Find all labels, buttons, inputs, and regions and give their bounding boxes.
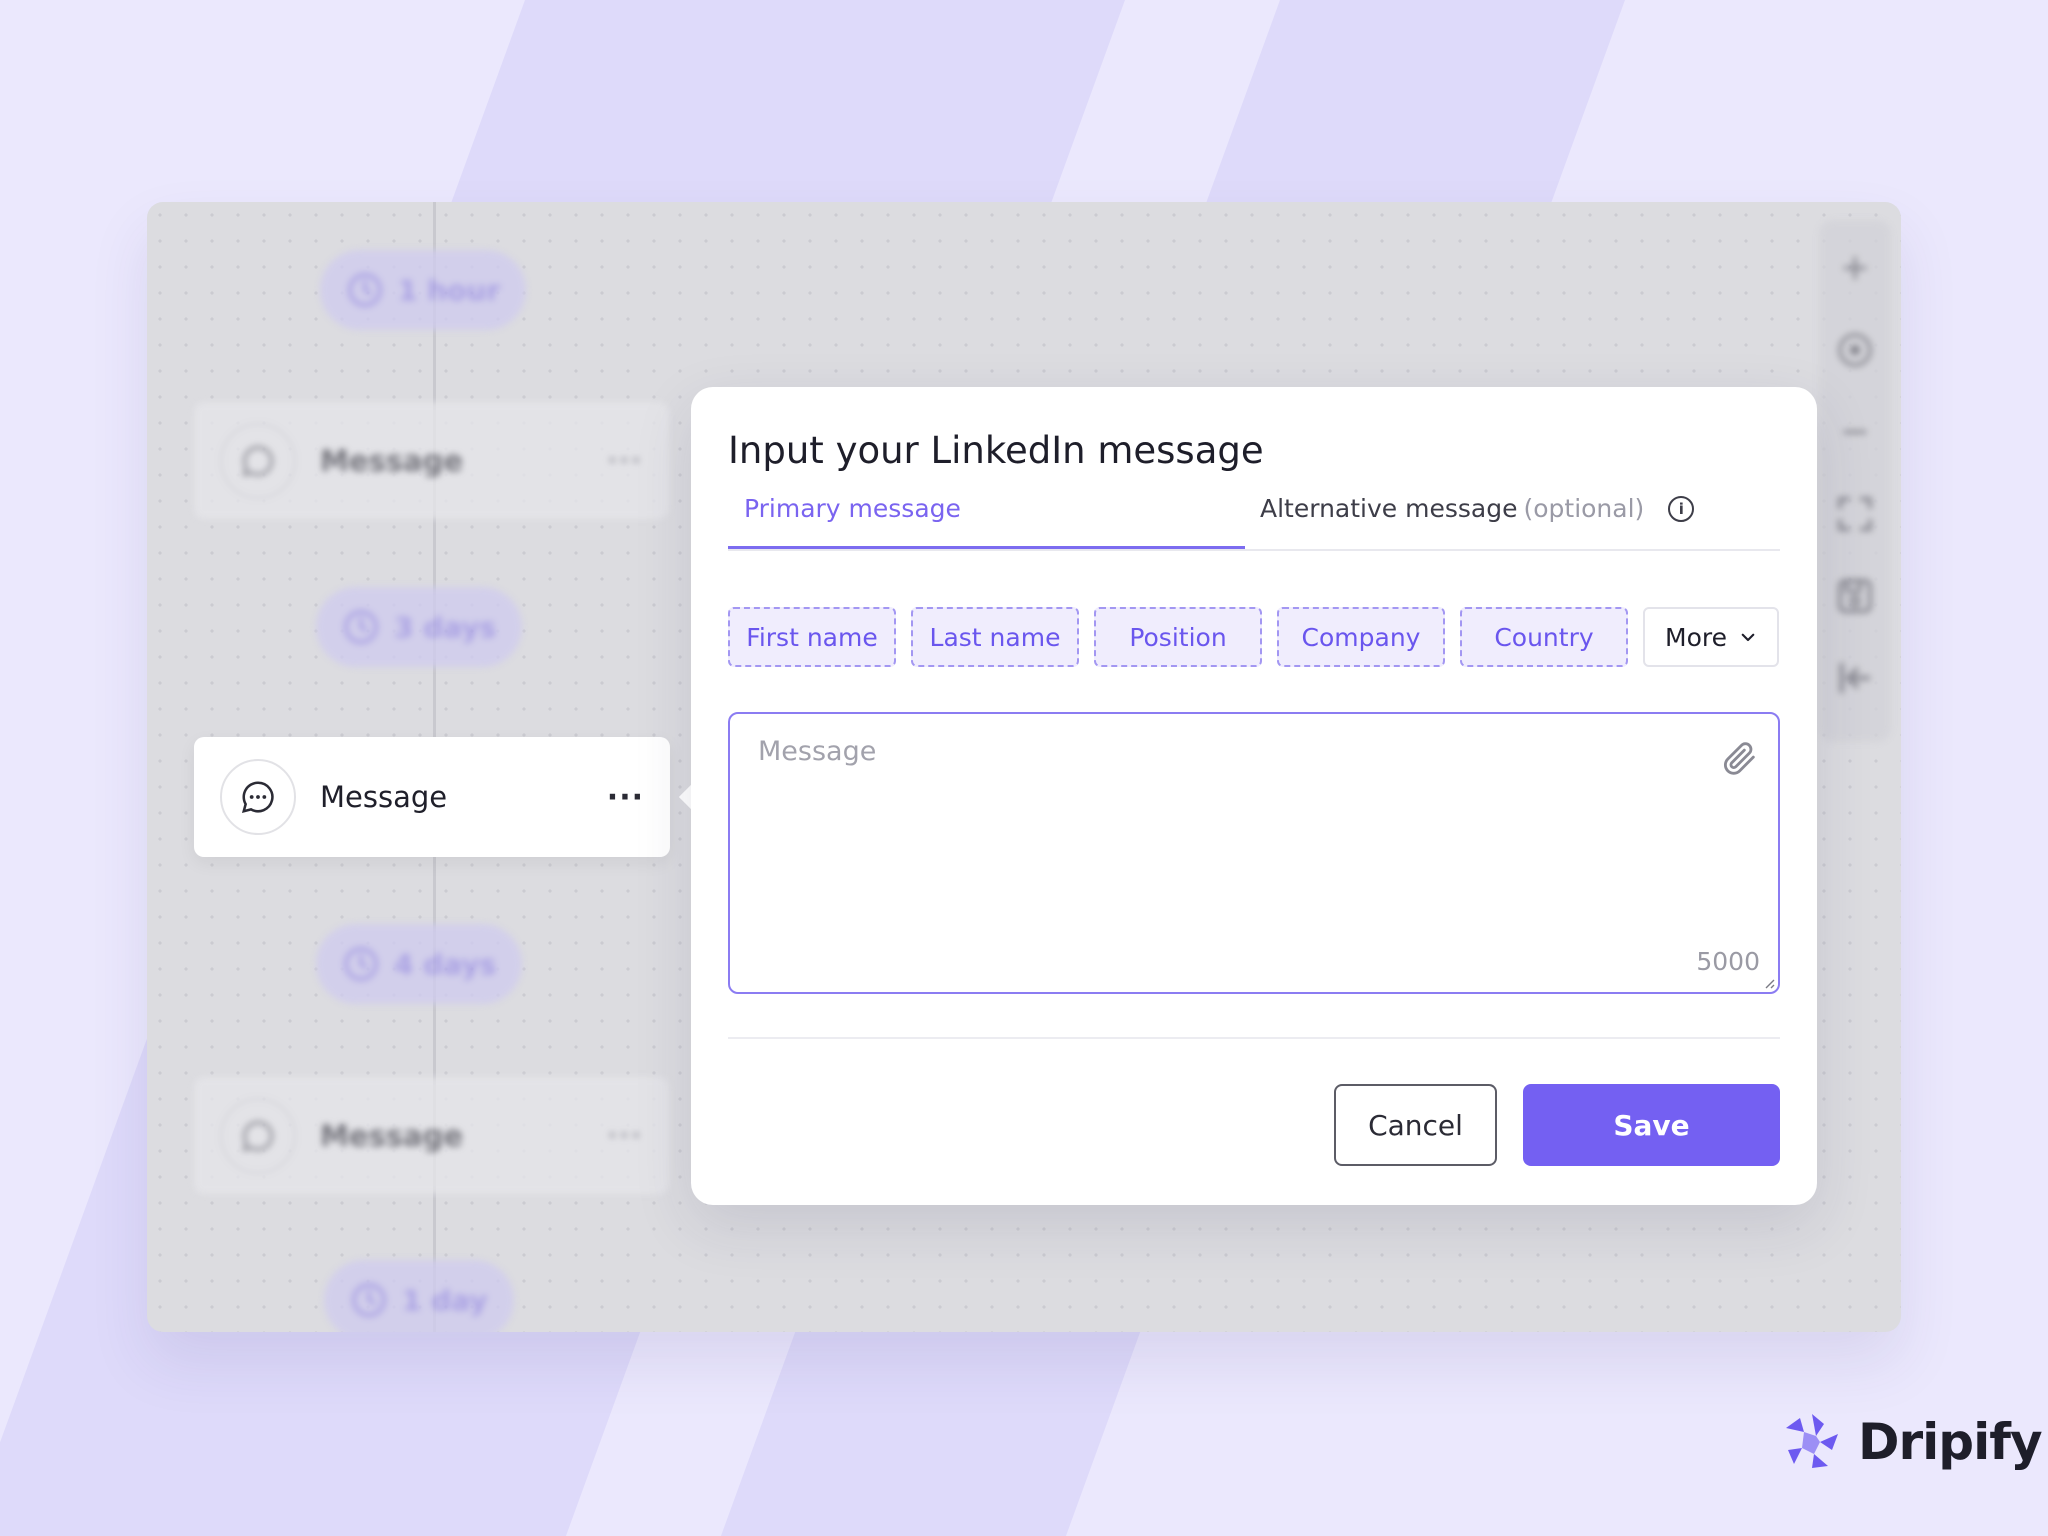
zoom-out-button[interactable]: [1835, 402, 1875, 462]
exit-icon: [1839, 662, 1871, 694]
zoom-in-button[interactable]: [1835, 238, 1875, 298]
dripify-logo-icon: [1786, 1414, 1838, 1468]
clock-icon: [352, 1283, 386, 1317]
character-counter: 5000: [1696, 947, 1760, 976]
chip-last-name[interactable]: Last name: [911, 607, 1079, 667]
delay-label: 4 days: [394, 947, 497, 981]
message-input[interactable]: [730, 714, 1778, 992]
tab-primary-message[interactable]: Primary message: [728, 495, 1245, 549]
save-icon: [1838, 579, 1872, 613]
message-tabs: Primary message Alternative message (opt…: [728, 495, 1780, 551]
canvas-toolbar: [1819, 220, 1891, 742]
divider: [728, 1037, 1780, 1039]
resize-grip-icon[interactable]: [1761, 975, 1775, 989]
attachment-icon[interactable]: [1720, 738, 1760, 778]
chevron-down-icon: [1741, 633, 1755, 642]
clock-icon: [344, 947, 378, 981]
chip-position[interactable]: Position: [1094, 607, 1262, 667]
tab-optional-hint: (optional): [1523, 494, 1645, 523]
fit-screen-button[interactable]: [1835, 484, 1875, 544]
chat-bubble-icon: [220, 422, 296, 499]
delay-label: 1 hour: [398, 273, 501, 307]
more-options-icon[interactable]: ···: [607, 780, 644, 815]
target-icon: [1838, 333, 1872, 367]
delay-badge[interactable]: 4 days: [316, 924, 523, 1004]
tab-label: Alternative message: [1260, 494, 1518, 523]
flow-node-message[interactable]: Message ···: [194, 402, 669, 519]
more-label: More: [1665, 622, 1727, 652]
brand-logo: Dripify: [1780, 1410, 2043, 1474]
tab-label: Primary message: [744, 494, 961, 523]
node-label: Message: [320, 1118, 464, 1153]
cancel-button[interactable]: Cancel: [1334, 1084, 1497, 1166]
exit-button[interactable]: [1835, 648, 1875, 708]
chip-country[interactable]: Country: [1460, 607, 1628, 667]
node-label: Message: [320, 780, 448, 814]
chip-company[interactable]: Company: [1277, 607, 1445, 667]
delay-badge[interactable]: 3 days: [316, 587, 523, 667]
delay-label: 3 days: [394, 610, 497, 644]
dialog-title: Input your LinkedIn message: [728, 429, 1264, 472]
tab-alternative-message[interactable]: Alternative message (optional) i: [1260, 494, 1695, 523]
flow-node-message-selected[interactable]: Message ···: [194, 737, 670, 857]
save-button[interactable]: Save: [1523, 1084, 1780, 1166]
plus-icon: [1843, 256, 1867, 280]
clock-icon: [344, 610, 378, 644]
delay-badge[interactable]: 1 hour: [320, 250, 527, 330]
fit-screen-icon: [1838, 497, 1872, 531]
more-variables-dropdown[interactable]: More: [1643, 607, 1779, 667]
save-flow-button[interactable]: [1835, 566, 1875, 626]
message-box: 5000: [728, 712, 1780, 994]
delay-badge[interactable]: 1 day: [324, 1260, 514, 1332]
minus-icon: [1843, 430, 1867, 434]
center-view-button[interactable]: [1835, 320, 1875, 380]
node-label: Message: [320, 443, 464, 478]
linkedin-message-dialog: Input your LinkedIn message Primary mess…: [691, 387, 1817, 1205]
chat-bubble-icon: [220, 759, 296, 835]
clock-icon: [348, 273, 382, 307]
info-icon[interactable]: i: [1668, 496, 1695, 522]
flow-node-message[interactable]: Message ···: [194, 1077, 669, 1194]
more-options-icon[interactable]: ···: [607, 1121, 643, 1151]
delay-label: 1 day: [402, 1283, 488, 1317]
chip-first-name[interactable]: First name: [728, 607, 896, 667]
variable-chips: First name Last name Position Company Co…: [728, 607, 1779, 667]
chat-bubble-icon: [220, 1097, 296, 1174]
more-options-icon[interactable]: ···: [607, 446, 643, 476]
brand-name: Dripify: [1858, 1413, 2043, 1471]
